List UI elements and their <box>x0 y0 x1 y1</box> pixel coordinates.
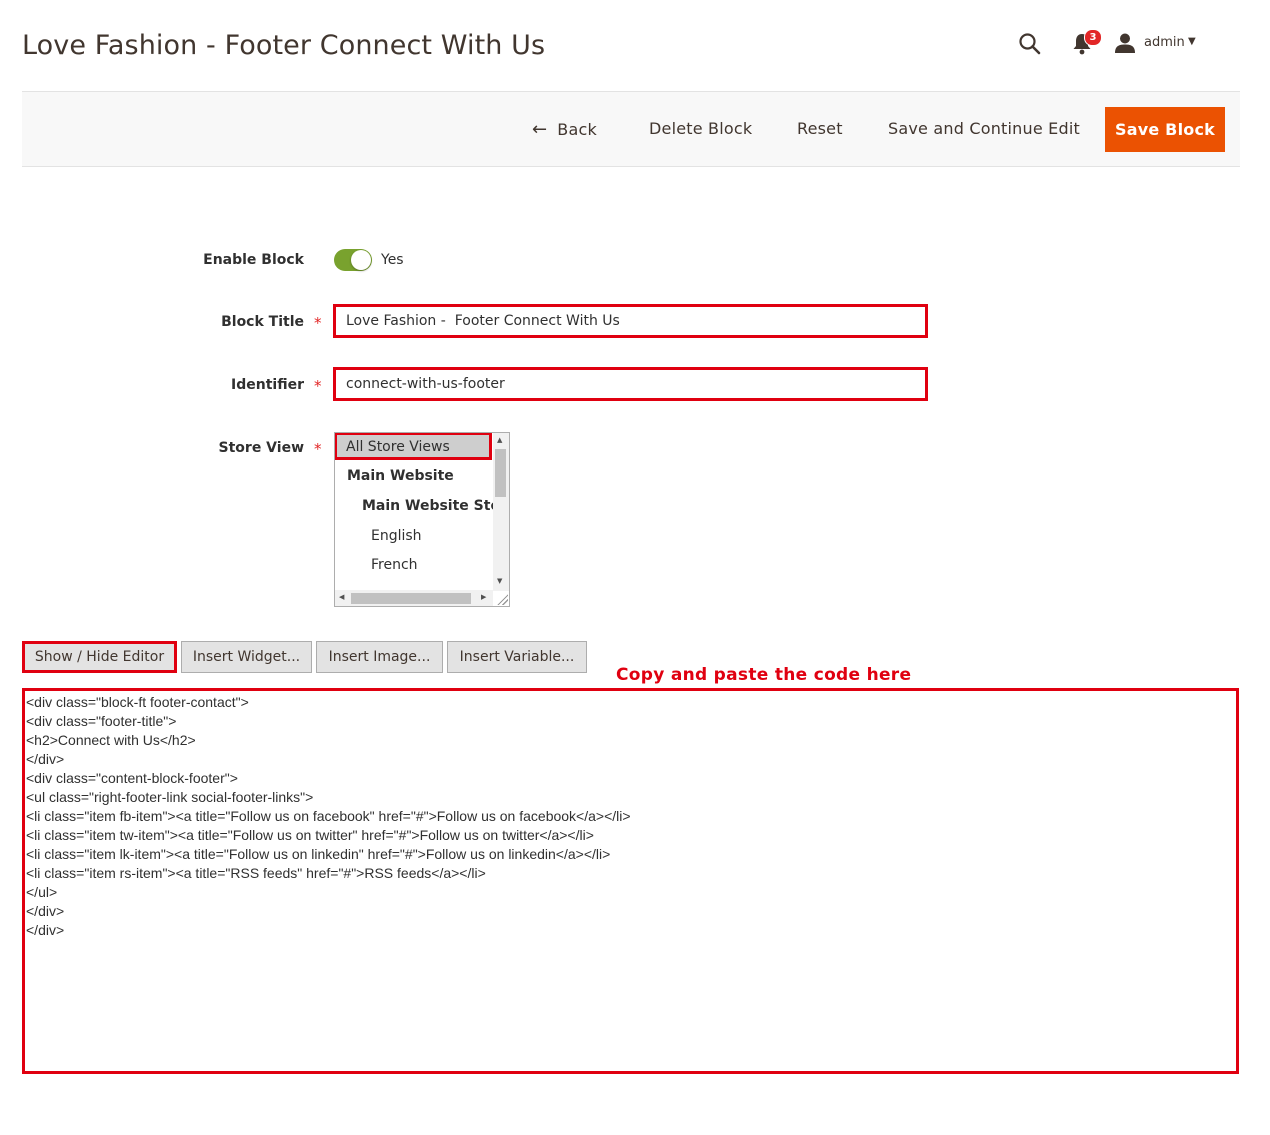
scroll-left-icon[interactable]: ◀ <box>339 593 344 601</box>
user-name: admin <box>1144 35 1185 50</box>
vertical-scroll-thumb[interactable] <box>495 449 506 497</box>
horizontal-scrollbar[interactable]: ◀ ▶ <box>335 590 493 606</box>
identifier-input[interactable] <box>333 367 928 401</box>
store-option-main-website-store[interactable]: Main Website Store <box>362 498 509 514</box>
block-title-label: Block Title <box>221 314 304 330</box>
page-actions-bar: ← Back Delete Block Reset Save and Contin… <box>22 91 1240 167</box>
user-account-menu[interactable]: admin ▼ <box>1114 32 1214 56</box>
store-view-label: Store View <box>218 440 304 456</box>
save-and-continue-button[interactable]: Save and Continue Edit <box>888 119 1080 138</box>
scroll-up-icon[interactable]: ▲ <box>497 436 502 444</box>
vertical-scrollbar[interactable]: ▲ ▼ <box>493 433 509 591</box>
show-hide-editor-button[interactable]: Show / Hide Editor <box>22 641 177 673</box>
horizontal-scroll-thumb[interactable] <box>351 593 471 604</box>
back-button-label: Back <box>557 120 597 139</box>
required-marker: * <box>314 314 322 332</box>
store-view-multiselect[interactable]: All Store Views Main Website Main Websit… <box>334 432 510 607</box>
store-option-all-store-views[interactable]: All Store Views <box>335 433 492 460</box>
resize-handle-icon[interactable] <box>496 593 508 605</box>
notification-count-badge: 3 <box>1084 29 1102 46</box>
delete-block-button[interactable]: Delete Block <box>649 119 752 138</box>
back-button[interactable]: ← Back <box>532 119 597 140</box>
page-title: Love Fashion - Footer Connect With Us <box>22 30 546 61</box>
arrow-left-icon: ← <box>532 119 548 140</box>
store-option-english[interactable]: English <box>371 528 422 544</box>
scroll-down-icon[interactable]: ▼ <box>497 577 502 585</box>
store-option-main-website[interactable]: Main Website <box>347 468 454 484</box>
user-icon <box>1115 33 1135 53</box>
insert-image-button[interactable]: Insert Image... <box>316 641 443 673</box>
notifications-button[interactable]: 3 <box>1072 29 1102 56</box>
store-option-french[interactable]: French <box>371 557 418 573</box>
reset-button[interactable]: Reset <box>797 119 843 138</box>
enable-block-label: Enable Block <box>203 252 304 268</box>
required-marker: * <box>314 440 322 458</box>
required-marker: * <box>314 377 322 395</box>
copy-paste-annotation: Copy and paste the code here <box>616 665 912 685</box>
enable-block-value: Yes <box>381 252 404 268</box>
save-block-button[interactable]: Save Block <box>1105 107 1225 152</box>
toggle-knob <box>351 250 371 270</box>
scroll-right-icon[interactable]: ▶ <box>481 593 486 601</box>
insert-widget-button[interactable]: Insert Widget... <box>181 641 312 673</box>
identifier-label: Identifier <box>231 377 304 393</box>
block-title-input[interactable] <box>333 304 928 338</box>
chevron-down-icon: ▼ <box>1188 36 1196 47</box>
enable-block-toggle[interactable] <box>334 249 372 271</box>
content-editor-textarea[interactable]: <div class="block-ft footer-contact"> <d… <box>22 688 1239 1074</box>
insert-variable-button[interactable]: Insert Variable... <box>447 641 587 673</box>
search-icon[interactable] <box>1018 32 1042 56</box>
